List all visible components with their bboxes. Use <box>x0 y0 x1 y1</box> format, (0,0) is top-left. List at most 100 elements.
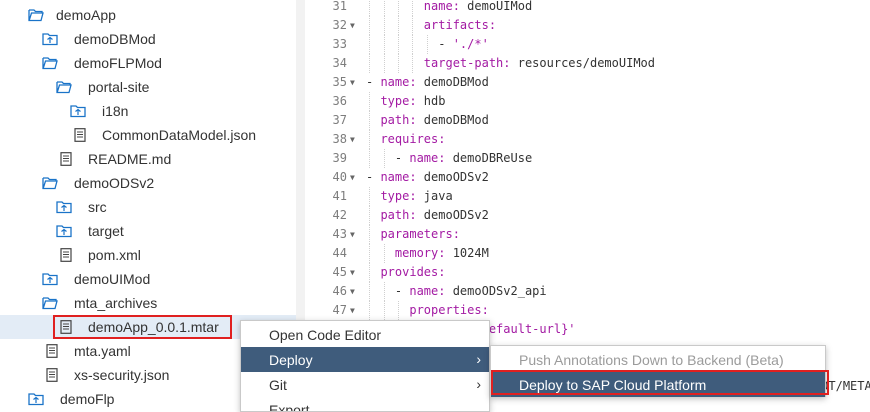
code-line[interactable]: 39 - name: demoDBReUse <box>305 149 870 168</box>
menu-item-label: Git <box>269 377 287 393</box>
code-line[interactable]: 38 ▼ requires: <box>305 130 870 149</box>
fold-arrow-icon[interactable]: ▼ <box>350 282 355 301</box>
tree-item-label: i18n <box>102 103 129 119</box>
tree-item-portal-site[interactable]: portal-site <box>0 75 296 99</box>
tree-item-readme[interactable]: README.md <box>0 147 296 171</box>
folder-open-icon <box>42 296 58 310</box>
code-line[interactable]: 37 path: demoDBMod <box>305 111 870 130</box>
code-text: memory: 1024M <box>394 246 489 260</box>
file-icon <box>58 320 74 334</box>
code-text: properties: <box>409 303 489 317</box>
code-text: - name: demoODSv2 <box>366 170 489 184</box>
tree-item-target[interactable]: target <box>0 219 296 243</box>
fold-arrow-icon[interactable]: ▼ <box>350 301 355 320</box>
line-number: 33 <box>332 37 347 51</box>
tree-item-demodbmod[interactable]: demoDBMod <box>0 27 296 51</box>
module-folder-icon <box>56 224 72 238</box>
tree-item-demoapp[interactable]: demoApp <box>0 3 296 27</box>
code-text: - './*' <box>366 37 489 51</box>
fold-arrow-icon[interactable]: ▼ <box>350 263 355 282</box>
fold-arrow-icon[interactable]: ▼ <box>350 73 355 92</box>
line-number: 47 <box>332 303 347 317</box>
line-number: 38 <box>332 132 347 146</box>
code-text: name: demoUIMod <box>423 0 533 13</box>
line-number: 31 <box>332 0 347 13</box>
tree-item-demoodsv2[interactable]: demoODSv2 <box>0 171 296 195</box>
code-line[interactable]: 40 ▼ - name: demoODSv2 <box>305 168 870 187</box>
line-number: 32 <box>332 18 347 32</box>
code-line[interactable]: 44 memory: 1024M <box>305 244 870 263</box>
module-folder-icon <box>70 104 86 118</box>
module-folder-icon <box>28 392 44 406</box>
menu-item-deploy[interactable]: Deploy › <box>241 347 489 372</box>
menu-item-label: Open Code Editor <box>269 327 382 343</box>
code-text: provides: <box>380 265 446 279</box>
code-line[interactable]: 32 ▼ artifacts: <box>305 16 870 35</box>
tree-item-src[interactable]: src <box>0 195 296 219</box>
folder-open-icon <box>56 80 72 94</box>
menu-item-deploy-to-scp[interactable]: Deploy to SAP Cloud Platform <box>491 372 825 397</box>
file-icon <box>44 368 60 382</box>
line-number: 35 <box>332 75 347 89</box>
line-number: 39 <box>332 151 347 165</box>
code-line[interactable]: 33 - './*' <box>305 35 870 54</box>
file-icon <box>58 152 74 166</box>
tree-item-pom[interactable]: pom.xml <box>0 243 296 267</box>
tree-item-label: demoODSv2 <box>74 175 155 191</box>
tree-item-label: pom.xml <box>88 247 141 263</box>
line-number: 40 <box>332 170 347 184</box>
menu-item-export[interactable]: Export <box>241 397 489 412</box>
tree-item-mta-archives[interactable]: mta_archives <box>0 291 296 315</box>
code-line[interactable]: 36 type: hdb <box>305 92 870 111</box>
tree-item-label: xs-security.json <box>74 367 170 383</box>
context-menu: Open Code Editor Deploy › Git › Export <box>240 320 490 412</box>
code-text: type: java <box>380 189 453 203</box>
fold-arrow-icon[interactable]: ▼ <box>350 16 355 35</box>
code-line[interactable]: 41 type: java <box>305 187 870 206</box>
code-line[interactable]: 35 ▼ - name: demoDBMod <box>305 73 870 92</box>
file-icon <box>58 248 74 262</box>
code-text: - name: demoODSv2_api <box>366 284 547 298</box>
fold-arrow-icon[interactable]: ▼ <box>350 225 355 244</box>
code-line[interactable]: 31 name: demoUIMod <box>305 0 870 16</box>
tree-item-label: src <box>88 199 107 215</box>
code-line[interactable]: 34 target-path: resources/demoUIMod <box>305 54 870 73</box>
tree-item-label: demoDBMod <box>74 31 156 47</box>
menu-item-label: Deploy to SAP Cloud Platform <box>519 377 707 393</box>
fold-arrow-icon[interactable]: ▼ <box>350 130 355 149</box>
menu-item-open-code-editor[interactable]: Open Code Editor <box>241 322 489 347</box>
module-folder-icon <box>42 32 58 46</box>
line-number: 37 <box>332 113 347 127</box>
code-line[interactable]: 45 ▼ provides: <box>305 263 870 282</box>
menu-item-git[interactable]: Git › <box>241 372 489 397</box>
code-text: parameters: <box>380 227 460 241</box>
menu-item-push-annotations[interactable]: Push Annotations Down to Backend (Beta) <box>491 347 825 372</box>
line-number: 41 <box>332 189 347 203</box>
line-number: 42 <box>332 208 347 222</box>
tree-item-demoflpmod[interactable]: demoFLPMod <box>0 51 296 75</box>
menu-item-label: Push Annotations Down to Backend (Beta) <box>519 352 784 368</box>
module-folder-icon <box>56 200 72 214</box>
line-number: 34 <box>332 56 347 70</box>
file-icon <box>44 344 60 358</box>
tree-item-label: portal-site <box>88 79 150 95</box>
line-number: 46 <box>332 284 347 298</box>
tree-item-label: README.md <box>88 151 172 167</box>
code-line[interactable]: 47 ▼ properties: <box>305 301 870 320</box>
code-text: requires: <box>380 132 446 146</box>
code-text: type: hdb <box>380 94 446 108</box>
tree-item-demouimod[interactable]: demoUIMod <box>0 267 296 291</box>
code-text: - name: demoDBMod <box>366 75 489 89</box>
code-line[interactable]: 43 ▼ parameters: <box>305 225 870 244</box>
tree-item-i18n[interactable]: i18n <box>0 99 296 123</box>
tree-item-commondatamodel[interactable]: CommonDataModel.json <box>0 123 296 147</box>
menu-item-label: Export <box>269 402 310 412</box>
fold-arrow-icon[interactable]: ▼ <box>350 168 355 187</box>
code-line[interactable]: 42 path: demoODSv2 <box>305 206 870 225</box>
tree-item-label: CommonDataModel.json <box>102 127 257 143</box>
code-line[interactable]: 46 ▼ - name: demoODSv2_api <box>305 282 870 301</box>
code-text: path: demoODSv2 <box>380 208 489 222</box>
menu-item-label: Deploy <box>269 352 313 368</box>
deploy-submenu: Push Annotations Down to Backend (Beta) … <box>490 345 826 397</box>
code-text: - name: demoDBReUse <box>366 151 533 165</box>
